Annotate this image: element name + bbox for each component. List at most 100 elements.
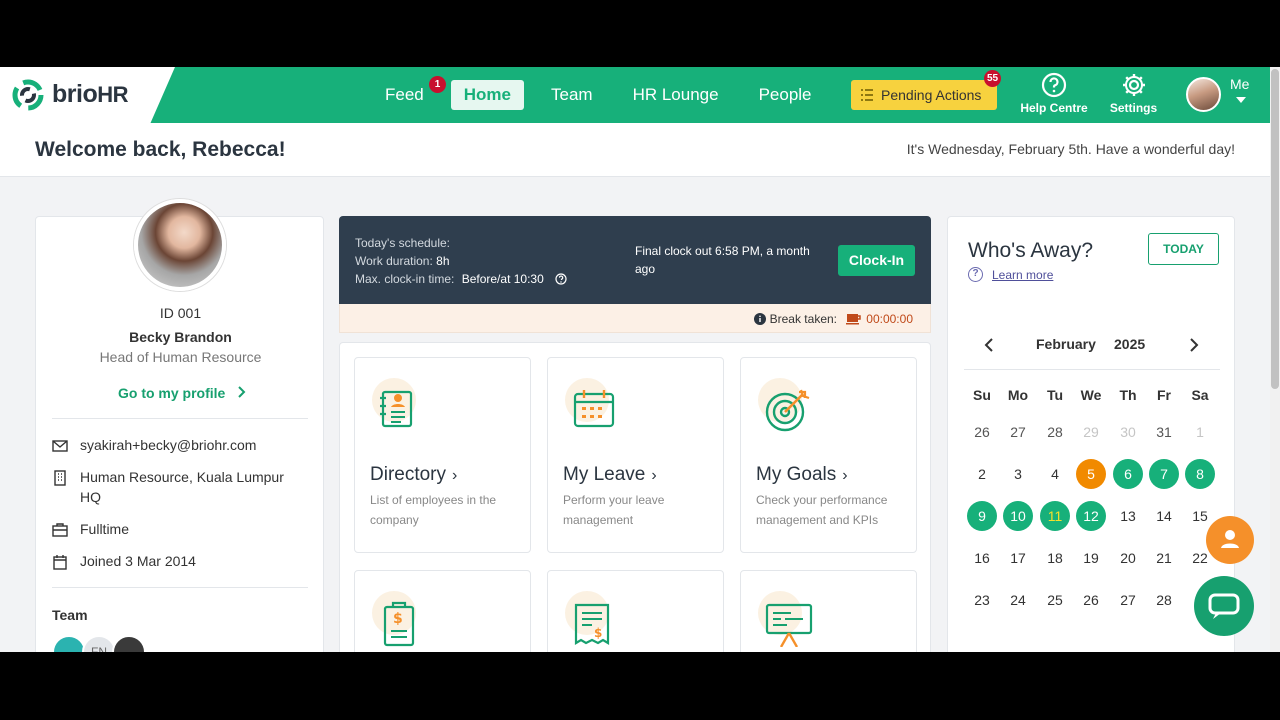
today-button[interactable]: TODAY xyxy=(1148,233,1219,265)
top-nav-bar: brioHR Feed 1 Home Team HR Lounge People… xyxy=(0,67,1270,123)
calendar-day[interactable]: 4 xyxy=(1040,459,1070,489)
learn-more-link[interactable]: Learn more xyxy=(992,268,1053,282)
weekday-header: Mo xyxy=(1007,387,1029,403)
svg-text:$: $ xyxy=(393,611,403,627)
tile-my-goals[interactable]: My Goals › Check your performance managem… xyxy=(740,357,917,553)
pending-actions-button[interactable]: Pending Actions 55 xyxy=(851,70,1002,110)
chevron-right-icon: › xyxy=(651,467,657,484)
user-support-button[interactable] xyxy=(1206,516,1254,564)
calendar-year[interactable]: 2025 xyxy=(1114,336,1145,352)
calendar-day[interactable]: 10 xyxy=(1003,501,1033,531)
profile-joined: Joined 3 Mar 2014 xyxy=(52,551,302,571)
user-avatar[interactable] xyxy=(1186,77,1221,112)
team-heading: Team xyxy=(52,607,88,623)
welcome-date-message: It's Wednesday, February 5th. Have a won… xyxy=(906,141,1235,157)
calendar-day[interactable]: 28 xyxy=(1040,417,1070,447)
tile-description: Check your performance management and KP… xyxy=(756,493,888,527)
calendar-day[interactable]: 24 xyxy=(1003,585,1033,615)
nav-team[interactable]: Team xyxy=(538,80,606,110)
logo-text: brioHR xyxy=(52,80,128,108)
schedule-label: Today's schedule: xyxy=(355,236,451,250)
chevron-left-icon[interactable] xyxy=(983,337,995,353)
help-centre-button[interactable]: Help Centre xyxy=(1020,72,1088,115)
list-icon xyxy=(861,89,873,101)
logo-area[interactable]: brioHR xyxy=(0,67,175,123)
svg-text:$: $ xyxy=(594,626,602,640)
team-member-avatar[interactable] xyxy=(52,635,86,652)
nav-feed[interactable]: Feed 1 xyxy=(372,76,446,110)
calendar-day[interactable]: 27 xyxy=(1003,417,1033,447)
calendar-day[interactable]: 16 xyxy=(967,543,997,573)
calendar-day[interactable]: 23 xyxy=(967,585,997,615)
calendar-day[interactable]: 6 xyxy=(1113,459,1143,489)
profile-email: syakirah+becky@briohr.com xyxy=(52,435,302,455)
team-member-avatar[interactable]: FN xyxy=(82,635,116,652)
chat-icon xyxy=(1208,593,1240,619)
briohr-logo-icon xyxy=(12,79,44,111)
tile-training[interactable] xyxy=(740,570,917,652)
calendar-day[interactable]: 14 xyxy=(1149,501,1179,531)
calendar-day[interactable]: 25 xyxy=(1040,585,1070,615)
tile-claims[interactable]: $ xyxy=(354,570,531,652)
calendar-day[interactable]: 26 xyxy=(967,417,997,447)
calendar-day[interactable]: 17 xyxy=(1003,543,1033,573)
break-value: 00:00:00 xyxy=(846,312,913,326)
calendar-day[interactable]: 1 xyxy=(1185,417,1215,447)
tile-directory[interactable]: Directory › List of employees in the comp… xyxy=(354,357,531,553)
calendar-day[interactable]: 18 xyxy=(1040,543,1070,573)
work-duration: Work duration: 8h xyxy=(355,254,450,268)
nav-hr-lounge[interactable]: HR Lounge xyxy=(620,80,732,110)
tile-description: Perform your leave management xyxy=(563,493,665,527)
claims-icon: $ xyxy=(383,601,415,647)
nav-home[interactable]: Home xyxy=(450,80,524,110)
chevron-down-icon[interactable] xyxy=(1236,97,1246,103)
calendar-day[interactable]: 19 xyxy=(1076,543,1106,573)
weekday-header: Tu xyxy=(1046,387,1064,403)
calendar-day[interactable]: 28 xyxy=(1149,585,1179,615)
calendar-day[interactable]: 7 xyxy=(1149,459,1179,489)
calendar-day[interactable]: 29 xyxy=(1076,417,1106,447)
building-icon xyxy=(54,470,66,486)
help-small-icon[interactable] xyxy=(555,273,567,285)
calendar-day[interactable]: 2 xyxy=(967,459,997,489)
tile-my-leave[interactable]: My Leave › Perform your leave management xyxy=(547,357,724,553)
tile-payslip[interactable]: $ xyxy=(547,570,724,652)
feed-badge: 1 xyxy=(429,76,446,93)
calendar-day[interactable]: 13 xyxy=(1113,501,1143,531)
chevron-right-icon xyxy=(238,386,246,398)
calendar-day[interactable]: 21 xyxy=(1149,543,1179,573)
calendar-day[interactable]: 3 xyxy=(1003,459,1033,489)
calendar-day[interactable]: 5 xyxy=(1076,459,1106,489)
gear-icon xyxy=(1122,74,1145,96)
calendar-day[interactable]: 30 xyxy=(1113,417,1143,447)
go-to-profile-link[interactable]: Go to my profile xyxy=(118,385,247,401)
chat-button[interactable] xyxy=(1194,576,1254,636)
employee-name: Becky Brandon xyxy=(129,329,232,345)
calendar-day[interactable]: 26 xyxy=(1076,585,1106,615)
settings-button[interactable]: Settings xyxy=(1106,72,1161,115)
calendar-day[interactable]: 12 xyxy=(1076,501,1106,531)
calendar-day[interactable]: 27 xyxy=(1113,585,1143,615)
calendar-day[interactable]: 20 xyxy=(1113,543,1143,573)
team-member-avatar[interactable] xyxy=(112,635,146,652)
calendar-month[interactable]: February xyxy=(1036,336,1096,352)
calendar-day[interactable]: 8 xyxy=(1185,459,1215,489)
calendar-day[interactable]: 9 xyxy=(967,501,997,531)
divider xyxy=(964,369,1220,370)
briefcase-icon xyxy=(52,523,68,537)
tile-title: My Goals › xyxy=(756,464,848,485)
quick-links-panel: Directory › List of employees in the comp… xyxy=(339,342,931,652)
calendar-day[interactable]: 31 xyxy=(1149,417,1179,447)
coffee-icon xyxy=(846,314,862,325)
profile-avatar xyxy=(134,199,226,291)
me-label[interactable]: Me xyxy=(1230,76,1249,92)
weekday-header: Fr xyxy=(1157,387,1171,403)
clock-in-button[interactable]: Clock-In xyxy=(838,245,915,276)
nav-people[interactable]: People xyxy=(746,80,825,110)
employee-id: ID 001 xyxy=(159,305,202,321)
chevron-right-icon[interactable] xyxy=(1188,337,1200,353)
scrollbar-thumb[interactable] xyxy=(1271,69,1279,389)
welcome-bar: Welcome back, Rebecca! It's Wednesday, F… xyxy=(0,123,1270,177)
calendar-day[interactable]: 11 xyxy=(1040,501,1070,531)
chevron-right-icon: › xyxy=(452,467,458,484)
